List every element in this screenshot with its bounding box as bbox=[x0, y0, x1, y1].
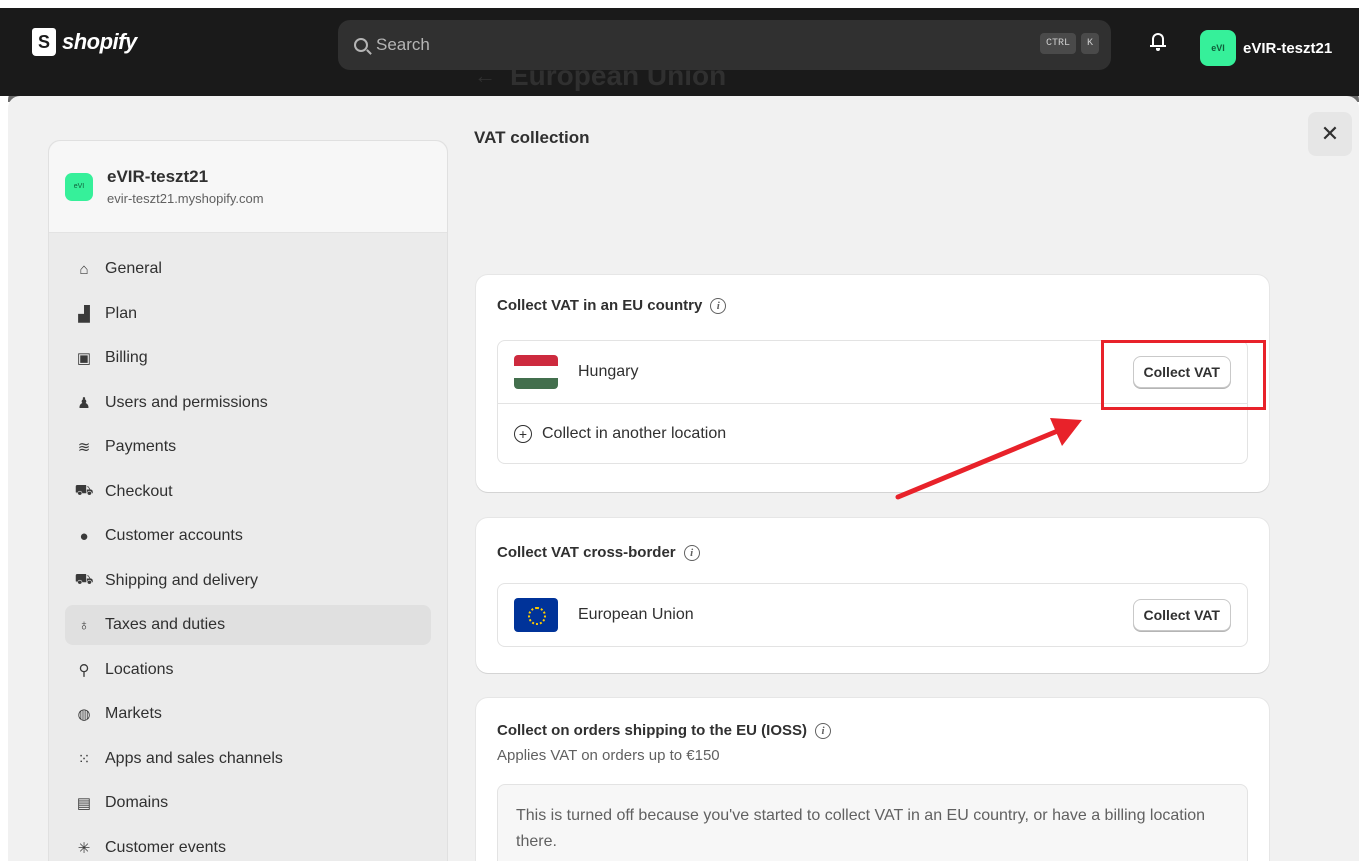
users-icon: ♟ bbox=[77, 394, 91, 412]
store-avatar: eVI bbox=[65, 172, 93, 201]
sidebar-item-general[interactable]: ⌂ General bbox=[49, 247, 447, 292]
billing-icon: ▣ bbox=[76, 350, 92, 368]
list-item: European Union Collect VAT bbox=[498, 584, 1247, 646]
info-icon[interactable]: i bbox=[683, 544, 700, 561]
info-icon[interactable]: i bbox=[815, 722, 832, 739]
sparkle-icon: ✳ bbox=[77, 839, 91, 857]
close-button[interactable]: ✕ bbox=[1308, 112, 1352, 156]
apps-icon: ⁙ bbox=[77, 750, 91, 768]
tax-bag-icon: ♁ bbox=[78, 616, 90, 634]
add-location-link: Collect in another location bbox=[542, 424, 727, 442]
person-icon: ● bbox=[79, 527, 89, 545]
sidebar-item-apps[interactable]: ⁙ Apps and sales channels bbox=[49, 737, 447, 782]
sidebar-item-customer-accounts[interactable]: ● Customer accounts bbox=[49, 514, 447, 559]
card-subtitle: Applies VAT on orders up to €150 bbox=[497, 747, 720, 764]
eu-flag-icon bbox=[514, 598, 558, 632]
info-icon[interactable]: i bbox=[710, 297, 727, 314]
sidebar-item-plan[interactable]: ▟ Plan bbox=[49, 292, 447, 337]
cart-icon: ⛟ bbox=[74, 482, 94, 500]
shortcut-key-k: K bbox=[1080, 33, 1099, 54]
payments-icon: ≋ bbox=[77, 439, 91, 457]
sidebar-item-users[interactable]: ♟ Users and permissions bbox=[49, 381, 447, 426]
search-placeholder: Search bbox=[376, 35, 430, 54]
sidebar-item-billing[interactable]: ▣ Billing bbox=[49, 336, 447, 381]
sidebar-item-payments[interactable]: ≋ Payments bbox=[49, 425, 447, 470]
sidebar-item-domains[interactable]: ▤ Domains bbox=[49, 781, 447, 826]
search-shortcut: CTRL K bbox=[1039, 33, 1099, 54]
add-circle-icon: + bbox=[514, 424, 532, 443]
disabled-notice: This is turned off because you've starte… bbox=[497, 784, 1248, 861]
back-arrow-icon[interactable]: ← bbox=[474, 63, 496, 89]
region-list: European Union Collect VAT bbox=[497, 583, 1248, 647]
hungary-flag-icon bbox=[514, 355, 558, 389]
shopify-logo[interactable]: shopify bbox=[32, 28, 137, 56]
top-strip bbox=[0, 0, 1359, 8]
close-icon: ✕ bbox=[1320, 121, 1340, 146]
card-title: Collect VAT cross-border i bbox=[497, 544, 1248, 561]
shortcut-key-ctrl: CTRL bbox=[1039, 33, 1076, 54]
domains-icon: ▤ bbox=[76, 795, 92, 813]
page-title: European Union bbox=[510, 60, 727, 91]
section-title: VAT collection bbox=[474, 128, 590, 147]
sidebar-item-shipping[interactable]: ⛟ Shipping and delivery bbox=[49, 559, 447, 604]
region-name: European Union bbox=[578, 606, 694, 623]
store-icon: ⌂ bbox=[79, 260, 89, 278]
sidebar-item-customer-events[interactable]: ✳ Customer events bbox=[49, 826, 447, 861]
search-icon bbox=[354, 38, 368, 52]
globe-icon: ◍ bbox=[77, 706, 91, 724]
location-pin-icon: ⚲ bbox=[78, 661, 90, 679]
store-header[interactable]: eVI eVIR-teszt21 evir-teszt21.myshopify.… bbox=[49, 141, 447, 233]
plan-icon: ▟ bbox=[78, 305, 90, 323]
ioss-card: Collect on orders shipping to the EU (IO… bbox=[476, 698, 1269, 861]
card-title: Collect VAT in an EU country i bbox=[497, 297, 1248, 314]
add-location-row[interactable]: + Collect in another location bbox=[498, 403, 1247, 463]
brand-wordmark: shopify bbox=[62, 29, 137, 54]
sidebar-item-markets[interactable]: ◍ Markets bbox=[49, 692, 447, 737]
settings-nav: ⌂ General ▟ Plan ▣ Billing ♟ Users and permi… bbox=[49, 233, 447, 861]
store-url: evir-teszt21.myshopify.com bbox=[107, 191, 264, 206]
cross-border-card: Collect VAT cross-border i European Unio… bbox=[476, 518, 1269, 673]
sidebar-item-checkout[interactable]: ⛟ Checkout bbox=[49, 470, 447, 515]
card-title: Collect on orders shipping to the EU (IO… bbox=[497, 722, 1248, 739]
sidebar-item-taxes[interactable]: ♁ Taxes and duties bbox=[65, 605, 431, 645]
settings-sidebar: eVI eVIR-teszt21 evir-teszt21.myshopify.… bbox=[48, 140, 448, 861]
shopify-bag-icon bbox=[32, 28, 56, 56]
highlight-box bbox=[1101, 340, 1266, 410]
country-name: Hungary bbox=[578, 363, 639, 380]
store-name: eVIR-teszt21 bbox=[107, 167, 209, 186]
notifications-bell-icon[interactable] bbox=[1150, 33, 1166, 51]
truck-icon: ⛟ bbox=[74, 571, 94, 589]
sidebar-item-locations[interactable]: ⚲ Locations bbox=[49, 648, 447, 693]
main-content: ← European Union VAT collection bbox=[474, 60, 1274, 148]
collect-vat-button[interactable]: Collect VAT bbox=[1132, 599, 1231, 631]
store-menu-label: eVIR-teszt21 bbox=[1243, 39, 1333, 57]
